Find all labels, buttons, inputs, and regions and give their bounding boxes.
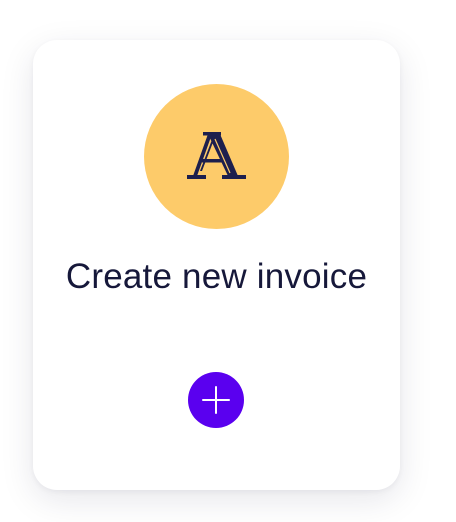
company-logo-avatar	[144, 84, 289, 229]
plus-icon	[202, 386, 230, 414]
card-title: Create new invoice	[65, 257, 368, 296]
add-invoice-button[interactable]	[188, 372, 244, 428]
create-invoice-card[interactable]: Create new invoice	[33, 40, 400, 490]
serif-a-logo-icon	[186, 131, 246, 179]
